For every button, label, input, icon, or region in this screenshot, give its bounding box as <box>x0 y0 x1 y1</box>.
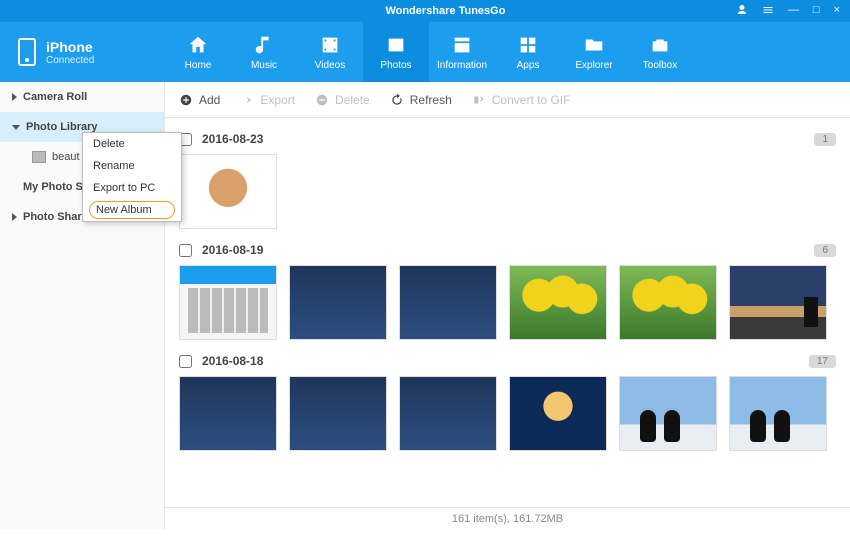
tab-label: Home <box>185 60 212 71</box>
photo-thumb[interactable] <box>179 265 277 340</box>
minimize-button[interactable]: — <box>788 4 799 19</box>
header: iPhone Connected Home Music Videos Photo… <box>0 22 850 82</box>
plus-icon <box>179 93 193 107</box>
delete-button[interactable]: Delete <box>315 93 370 107</box>
group-header: 2016-08-19 6 <box>179 243 836 257</box>
user-icon[interactable] <box>736 4 748 19</box>
sidebar: Camera Roll Photo Library beaut My Photo… <box>0 82 165 529</box>
photo-thumb[interactable] <box>729 376 827 451</box>
delete-icon <box>315 93 329 107</box>
tab-label: Photos <box>380 60 411 71</box>
status-text: 161 item(s), 161.72MB <box>452 513 563 525</box>
group-date: 2016-08-19 <box>202 243 263 257</box>
tab-information[interactable]: Information <box>429 22 495 82</box>
tab-explorer[interactable]: Explorer <box>561 22 627 82</box>
toolbar-label: Add <box>199 93 220 107</box>
add-button[interactable]: Add <box>179 93 220 107</box>
photo-thumb[interactable] <box>289 265 387 340</box>
app-title: Wondershare TunesGo <box>165 5 726 17</box>
group-checkbox[interactable] <box>179 355 192 368</box>
photo-thumb[interactable] <box>179 376 277 451</box>
status-bar: 161 item(s), 161.72MB <box>165 507 850 529</box>
group-date: 2016-08-23 <box>202 132 263 146</box>
photo-thumb[interactable] <box>619 376 717 451</box>
device-panel[interactable]: iPhone Connected <box>0 22 165 82</box>
photo-thumb[interactable] <box>399 376 497 451</box>
tab-label: Music <box>251 60 277 71</box>
sidebar-item-label: beaut <box>52 151 80 163</box>
tab-toolbox[interactable]: Toolbox <box>627 22 693 82</box>
tab-label: Toolbox <box>643 60 677 71</box>
tab-videos[interactable]: Videos <box>297 22 363 82</box>
toolbar: Add Export Delete Refresh Convert to GIF <box>165 82 850 118</box>
device-status: Connected <box>46 55 94 66</box>
sidebar-item-label: Camera Roll <box>23 91 87 103</box>
photo-thumb[interactable] <box>509 376 607 451</box>
sidebar-item-label: My Photo S <box>23 181 83 193</box>
ctx-rename[interactable]: Rename <box>83 155 181 177</box>
main-tabs: Home Music Videos Photos Information App… <box>165 22 850 82</box>
toolbar-label: Convert to GIF <box>492 93 571 107</box>
tab-apps[interactable]: Apps <box>495 22 561 82</box>
context-menu: Delete Rename Export to PC New Album <box>82 132 182 222</box>
tab-label: Information <box>437 60 487 71</box>
group-count-badge: 1 <box>814 133 836 146</box>
tab-home[interactable]: Home <box>165 22 231 82</box>
tab-label: Videos <box>315 60 345 71</box>
photo-thumb[interactable] <box>399 265 497 340</box>
export-button[interactable]: Export <box>240 93 295 107</box>
group-header: 2016-08-23 1 <box>179 132 836 146</box>
toolbar-label: Refresh <box>410 93 452 107</box>
ctx-new-album[interactable]: New Album <box>89 201 175 219</box>
thumb-row <box>179 265 836 340</box>
group-checkbox[interactable] <box>179 244 192 257</box>
title-bar: Wondershare TunesGo — □ × <box>0 0 850 22</box>
gif-icon <box>472 93 486 107</box>
photo-content[interactable]: 2016-08-23 1 2016-08-19 6 <box>165 118 850 507</box>
sidebar-item-camera-roll[interactable]: Camera Roll <box>0 82 164 112</box>
chevron-right-icon <box>12 213 17 221</box>
photo-thumb[interactable] <box>289 376 387 451</box>
refresh-icon <box>390 93 404 107</box>
maximize-button[interactable]: □ <box>813 4 820 19</box>
main-panel: Add Export Delete Refresh Convert to GIF… <box>165 82 850 529</box>
refresh-button[interactable]: Refresh <box>390 93 452 107</box>
photo-thumb[interactable] <box>619 265 717 340</box>
convert-gif-button[interactable]: Convert to GIF <box>472 93 571 107</box>
group-count-badge: 6 <box>814 244 836 257</box>
photo-thumb[interactable] <box>509 265 607 340</box>
photo-thumb[interactable] <box>729 265 827 340</box>
ctx-export-pc[interactable]: Export to PC <box>83 177 181 199</box>
close-button[interactable]: × <box>834 4 840 19</box>
thumb-row <box>179 376 836 451</box>
tab-music[interactable]: Music <box>231 22 297 82</box>
export-icon <box>240 93 254 107</box>
tab-label: Explorer <box>575 60 612 71</box>
tab-label: Apps <box>517 60 540 71</box>
phone-icon <box>18 38 36 66</box>
tab-photos[interactable]: Photos <box>363 22 429 82</box>
toolbar-label: Delete <box>335 93 370 107</box>
toolbar-label: Export <box>260 93 295 107</box>
chevron-down-icon <box>12 125 20 130</box>
ctx-delete[interactable]: Delete <box>83 133 181 155</box>
photo-thumb[interactable] <box>179 154 277 229</box>
group-header: 2016-08-18 17 <box>179 354 836 368</box>
device-name: iPhone <box>46 39 94 55</box>
chevron-right-icon <box>12 93 17 101</box>
group-count-badge: 17 <box>809 355 836 368</box>
menu-icon[interactable] <box>762 4 774 19</box>
album-thumb-icon <box>32 151 46 163</box>
group-date: 2016-08-18 <box>202 354 263 368</box>
thumb-row <box>179 154 836 229</box>
